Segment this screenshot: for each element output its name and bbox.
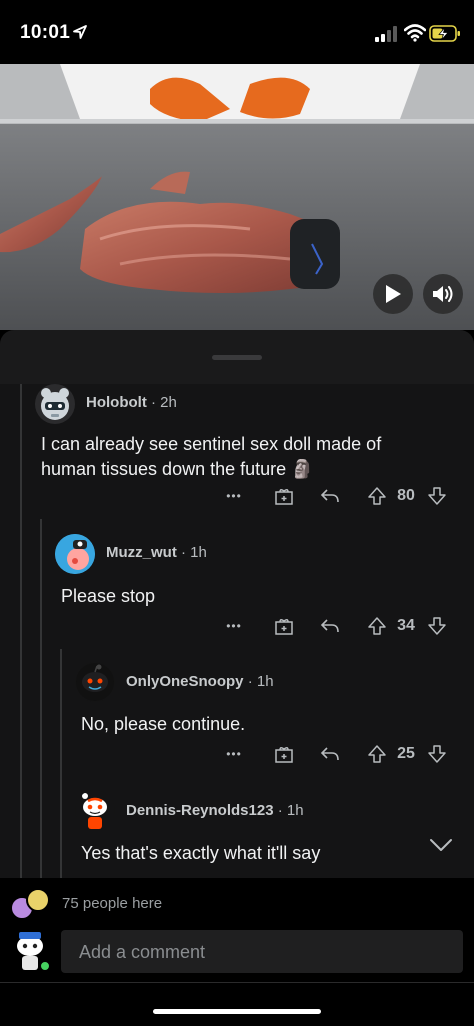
username[interactable]: OnlyOneSnoopy [126, 673, 244, 690]
play-button[interactable] [373, 274, 413, 314]
comment-actions: ••• 34 [0, 612, 474, 640]
vote-count: 34 [397, 617, 415, 634]
avatar-snoo-icon [17, 932, 51, 972]
username[interactable]: Muzz_wut [106, 544, 177, 561]
cellular-signal-icon [375, 26, 397, 42]
comment-meta: Muzz_wut · 1h [106, 544, 207, 561]
gift-icon [275, 618, 293, 635]
comment-body: I can already see sentinel sex doll made… [41, 434, 382, 479]
award-button[interactable] [272, 612, 296, 640]
avatar-robot-icon [41, 388, 69, 420]
comment-meta: OnlyOneSnoopy · 1h [126, 673, 274, 690]
reply-button[interactable] [318, 740, 342, 768]
downvote-arrow-icon [428, 487, 446, 505]
downvote-button[interactable] [426, 482, 448, 510]
award-button[interactable] [272, 482, 296, 510]
reply-icon [320, 489, 339, 503]
divider [0, 982, 474, 983]
username[interactable]: Dennis-Reynolds123 [126, 802, 274, 819]
chevron-down-icon[interactable] [426, 830, 456, 860]
avatar-snoo-icon [82, 793, 107, 829]
avatar[interactable] [35, 384, 75, 424]
upvote-button[interactable] [366, 482, 388, 510]
avatar-snoo-dark-icon [76, 663, 114, 701]
reply-icon [320, 619, 339, 633]
avatar[interactable] [75, 662, 115, 702]
upvote-arrow-icon [368, 617, 386, 635]
avatar-character-icon [55, 534, 95, 574]
upvote-button[interactable] [366, 740, 388, 768]
sheet-drag-handle[interactable] [212, 355, 262, 360]
speaker-icon [433, 286, 453, 302]
reply-icon [320, 747, 339, 761]
comment-age: 1h [256, 673, 274, 690]
gift-icon [275, 746, 293, 763]
comment-meta: Dennis-Reynolds123 · 1h [126, 802, 304, 819]
add-comment-placeholder: Add a comment [79, 942, 206, 962]
home-indicator[interactable] [153, 1009, 321, 1014]
reply-button[interactable] [318, 612, 342, 640]
downvote-arrow-icon [428, 745, 446, 763]
people-here-count: 75 people here [62, 895, 163, 912]
comment-age: 1h [190, 544, 207, 561]
wifi-icon [404, 24, 426, 42]
avatar [26, 888, 50, 912]
gift-icon [275, 488, 293, 505]
downvote-arrow-icon [428, 617, 446, 635]
avatar[interactable] [55, 534, 95, 574]
thread-line[interactable] [40, 519, 42, 878]
more-options-button[interactable]: ••• [222, 482, 246, 510]
play-icon [386, 285, 401, 303]
comment-body: Please stop [61, 586, 156, 606]
more-options-button[interactable]: ••• [222, 612, 246, 640]
people-here-avatars [10, 888, 52, 920]
comment-age: 2h [160, 394, 177, 411]
location-arrow-icon [73, 25, 87, 39]
upvote-arrow-icon [368, 487, 386, 505]
vote-count: 25 [397, 745, 415, 762]
award-button[interactable] [272, 740, 296, 768]
vote-count: 80 [397, 487, 415, 504]
battery-charging-icon [429, 25, 460, 42]
comment-age: 1h [286, 802, 304, 819]
downvote-button[interactable] [426, 612, 448, 640]
upvote-arrow-icon [368, 745, 386, 763]
my-avatar[interactable] [10, 926, 54, 974]
comment-meta: Holobolt · 2h [86, 394, 177, 411]
comment-body: No, please continue. [81, 714, 246, 734]
moai-emoji: 🗿 [291, 459, 314, 479]
comment-thread[interactable]: Holobolt · 2h I can already see sentinel… [0, 384, 474, 878]
video-player[interactable] [0, 64, 474, 330]
comment-actions: ••• 80 [0, 482, 474, 510]
downvote-button[interactable] [426, 740, 448, 768]
upvote-button[interactable] [366, 612, 388, 640]
avatar[interactable] [75, 790, 115, 830]
comment-body: Yes that's exactly what it'll say [81, 843, 321, 863]
sound-button[interactable] [423, 274, 463, 314]
comment-actions: ••• 25 [0, 740, 474, 768]
username[interactable]: Holobolt [86, 394, 147, 411]
status-time: 10:01 [20, 22, 71, 43]
more-options-button[interactable]: ••• [222, 740, 246, 768]
reply-button[interactable] [318, 482, 342, 510]
